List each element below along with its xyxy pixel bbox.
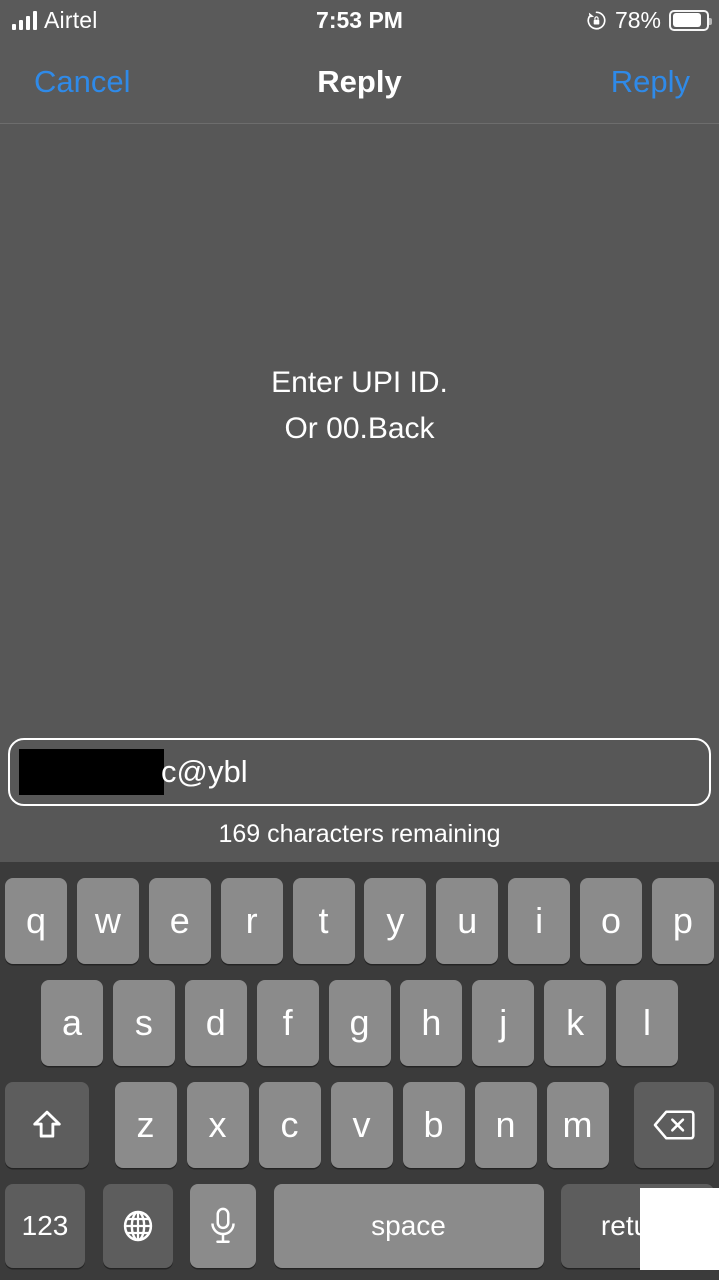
key-d[interactable]: d — [184, 980, 247, 1066]
white-overlay-block — [640, 1188, 719, 1270]
key-x[interactable]: x — [186, 1082, 249, 1168]
keyboard-row-2: asdfghjkl — [0, 980, 719, 1066]
key-u[interactable]: u — [436, 878, 499, 964]
globe-key[interactable] — [102, 1184, 173, 1268]
key-a[interactable]: a — [41, 980, 103, 1066]
key-i[interactable]: i — [508, 878, 571, 964]
key-b[interactable]: b — [402, 1082, 465, 1168]
key-s[interactable]: s — [112, 980, 175, 1066]
compose-area: c@ybl 169 characters remaining — [0, 738, 719, 849]
keyboard-row-3: zxcvbnm — [0, 1082, 719, 1168]
redaction-box — [19, 749, 164, 795]
prompt-message: Enter UPI ID. Or 00.Back — [0, 360, 719, 452]
dictation-key[interactable] — [190, 1184, 256, 1268]
keyboard-row-1: qwertyuiop — [0, 878, 719, 964]
keyboard-letters-row-3: zxcvbnm — [114, 1082, 609, 1168]
navigation-bar: Cancel Reply Reply — [0, 40, 719, 124]
key-m[interactable]: m — [546, 1082, 609, 1168]
key-t[interactable]: t — [292, 878, 355, 964]
key-l[interactable]: l — [616, 980, 678, 1066]
status-bar-right: 78% — [586, 0, 712, 40]
key-v[interactable]: v — [330, 1082, 393, 1168]
reply-text-input[interactable]: c@ybl — [8, 738, 711, 806]
key-o[interactable]: o — [580, 878, 642, 964]
prompt-line-2: Or 00.Back — [284, 412, 435, 445]
key-n[interactable]: n — [474, 1082, 537, 1168]
space-key[interactable]: space — [273, 1184, 544, 1268]
shift-icon — [29, 1107, 65, 1143]
reply-input-text: c@ybl — [161, 754, 248, 789]
character-counter: 169 characters remaining — [218, 820, 501, 848]
key-h[interactable]: h — [400, 980, 463, 1066]
status-bar: Airtel 7:53 PM 78% — [0, 0, 719, 40]
globe-icon — [120, 1208, 156, 1244]
battery-icon — [669, 9, 712, 31]
reply-input-value: c@ybl — [10, 749, 248, 795]
key-j[interactable]: j — [472, 980, 535, 1066]
key-c[interactable]: c — [258, 1082, 321, 1168]
key-g[interactable]: g — [328, 980, 391, 1066]
key-z[interactable]: z — [114, 1082, 177, 1168]
key-f[interactable]: f — [256, 980, 319, 1066]
key-w[interactable]: w — [76, 878, 139, 964]
key-p[interactable]: p — [651, 878, 714, 964]
battery-percentage-label: 78% — [614, 6, 661, 33]
key-y[interactable]: y — [364, 878, 427, 964]
on-screen-keyboard: qwertyuiop asdfghjkl zxcvbnm 123 space r… — [0, 862, 719, 1280]
rotation-lock-icon — [586, 10, 607, 31]
key-e[interactable]: e — [148, 878, 211, 964]
key-q[interactable]: q — [5, 878, 67, 964]
key-r[interactable]: r — [220, 878, 283, 964]
microphone-icon — [207, 1207, 239, 1245]
shift-key[interactable] — [5, 1082, 89, 1168]
numbers-key[interactable]: 123 — [5, 1184, 85, 1268]
backspace-key[interactable] — [634, 1082, 714, 1168]
backspace-icon — [653, 1109, 695, 1141]
phone-screen: Airtel 7:53 PM 78% Cancel Reply Reply En… — [0, 0, 719, 1280]
keyboard-row-4: 123 space return — [0, 1184, 719, 1268]
prompt-line-1: Enter UPI ID. — [271, 366, 448, 399]
reply-send-button[interactable]: Reply — [607, 58, 694, 106]
key-k[interactable]: k — [544, 980, 607, 1066]
